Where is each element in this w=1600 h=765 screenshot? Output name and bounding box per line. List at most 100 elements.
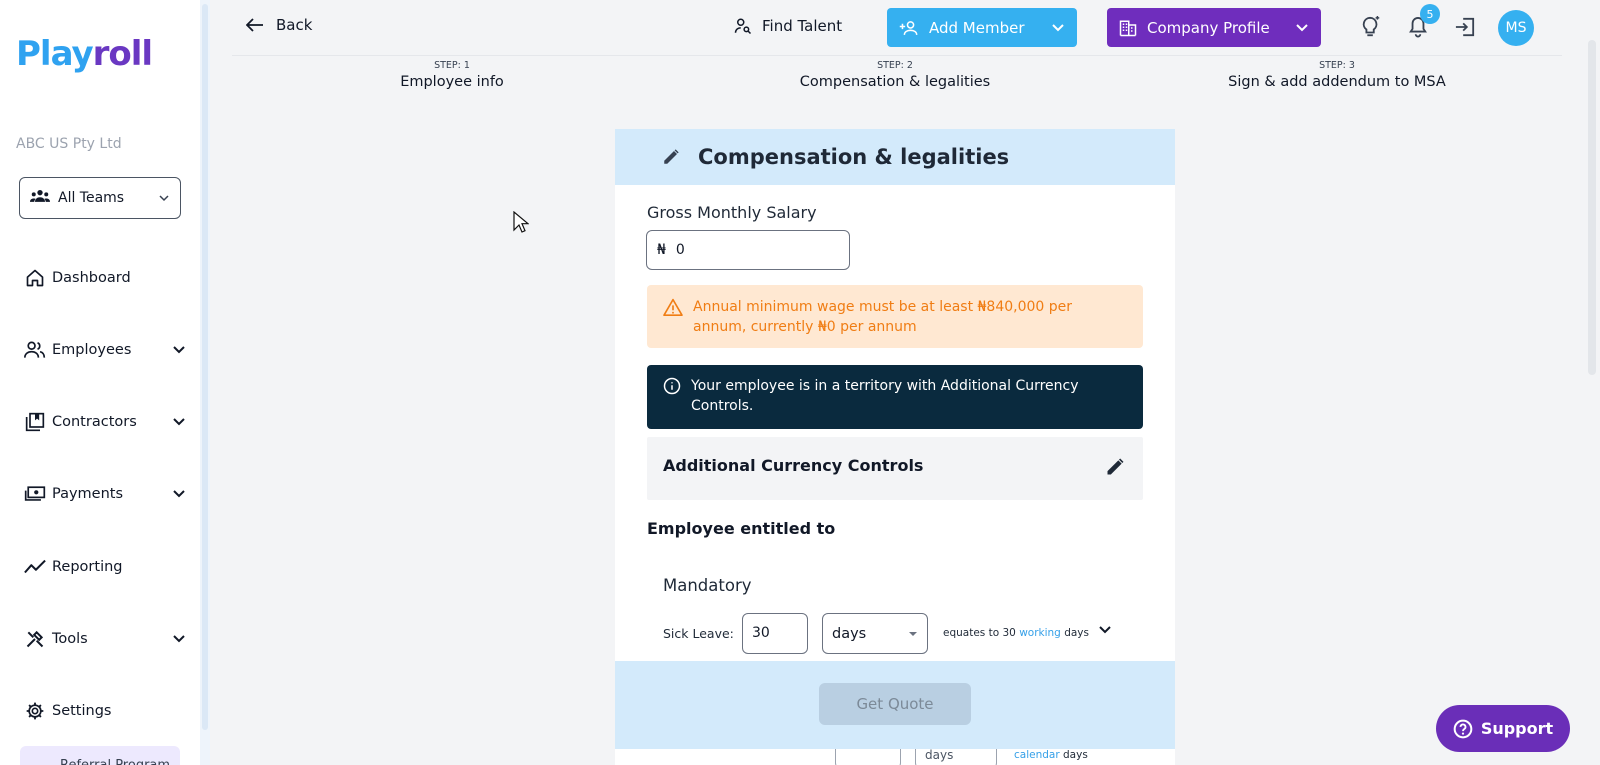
company-profile-label: Company Profile	[1147, 18, 1270, 37]
avatar[interactable]: MS	[1498, 10, 1534, 46]
find-talent-button[interactable]: Find Talent	[734, 17, 842, 35]
home-icon	[24, 267, 46, 289]
caret-down-icon	[909, 631, 917, 636]
entitled-heading: Employee entitled to	[647, 519, 836, 538]
sidebar-item-label: Contractors	[52, 414, 137, 430]
sidebar-item-reporting[interactable]: Reporting	[24, 553, 186, 581]
edit-icon[interactable]	[1105, 457, 1125, 481]
mouse-cursor-icon	[513, 210, 530, 239]
additional-currency-controls: Additional Currency Controls	[647, 437, 1143, 500]
company-name: ABC US Pty Ltd	[16, 136, 122, 152]
sick-leave-label: Sick Leave:	[663, 626, 734, 641]
notification-badge: 5	[1420, 4, 1440, 24]
quote-bar: Get Quote	[615, 661, 1175, 749]
trend-icon	[24, 556, 46, 578]
minimum-wage-warning: Annual minimum wage must be at least ₦84…	[647, 285, 1143, 348]
step-number: STEP: 2	[877, 60, 913, 71]
equates-prefix: equates to 30	[943, 627, 1016, 639]
sidebar-item-label: Settings	[52, 703, 112, 719]
sidebar-item-label: Payments	[52, 486, 124, 502]
salary-input[interactable]: ₦ 0	[646, 230, 850, 270]
chevron-down-icon[interactable]	[1098, 619, 1112, 638]
step-label: Compensation & legalities	[799, 74, 991, 90]
chevron-down-icon	[172, 486, 186, 502]
equates-highlight: calendar	[1014, 749, 1060, 761]
additional-controls-label: Additional Currency Controls	[663, 456, 924, 475]
sick-leave-unit: days	[832, 625, 867, 642]
tools-icon	[24, 628, 46, 650]
top-bar: Back Find Talent Add Member Company Prof…	[232, 0, 1562, 56]
get-quote-button[interactable]: Get Quote	[819, 683, 971, 725]
person-search-icon	[734, 18, 752, 35]
sidebar-item-label: Employees	[52, 342, 132, 358]
chevron-down-icon[interactable]	[1051, 23, 1065, 32]
sidebar-scrollbar[interactable]	[200, 0, 210, 765]
sidebar-item-tools[interactable]: Tools	[24, 625, 186, 653]
sick-leave-equates: equates to 30 working days	[943, 627, 1089, 639]
logout-icon[interactable]	[1452, 14, 1478, 40]
mandatory-heading: Mandatory	[663, 576, 752, 595]
sidebar: Playroll ABC US Pty Ltd All Teams Dashbo…	[0, 0, 200, 765]
step-compensation[interactable]: STEP: 2 Compensation & legalities	[745, 60, 1045, 90]
sidebar-item-payments[interactable]: Payments	[24, 480, 186, 508]
sidebar-item-dashboard[interactable]: Dashboard	[24, 264, 186, 292]
sidebar-item-label: Tools	[52, 631, 88, 647]
team-select[interactable]: All Teams	[19, 177, 181, 219]
building-icon	[1119, 20, 1137, 36]
step-number: STEP: 3	[1319, 60, 1355, 71]
back-label: Back	[276, 16, 313, 34]
step-label: Sign & add addendum to MSA	[1228, 74, 1446, 90]
info-text: Your employee is in a territory with Add…	[691, 378, 1079, 414]
currency-controls-info: Your employee is in a territory with Add…	[647, 365, 1143, 429]
leave-equates: calendar days	[1014, 749, 1088, 761]
back-button[interactable]: Back	[246, 16, 312, 34]
add-member-label: Add Member	[929, 18, 1025, 37]
sidebar-item-referral-program[interactable]: Referral Program	[20, 746, 180, 765]
sidebar-item-settings[interactable]: Settings	[24, 697, 186, 725]
step-label: Employee info	[400, 74, 504, 90]
pencil-icon	[664, 149, 679, 164]
sick-leave-input[interactable]: 30	[742, 613, 808, 654]
find-talent-label: Find Talent	[762, 17, 843, 35]
currency-symbol: ₦	[657, 242, 666, 258]
chevron-down-icon[interactable]	[1295, 23, 1309, 32]
main-scrollbar[interactable]	[1588, 40, 1596, 375]
add-person-icon	[899, 20, 918, 35]
gear-icon	[24, 700, 46, 722]
sidebar-item-label: Reporting	[52, 559, 123, 575]
help-icon	[1453, 719, 1473, 738]
people-icon	[24, 339, 46, 361]
step-employee-info[interactable]: STEP: 1 Employee info	[302, 60, 602, 90]
sick-leave-unit-select[interactable]: days	[822, 613, 928, 654]
page-title: Compensation & legalities	[698, 145, 1010, 169]
sidebar-item-employees[interactable]: Employees	[24, 336, 186, 364]
warning-text: Annual minimum wage must be at least ₦84…	[693, 299, 1073, 335]
sidebar-item-contractors[interactable]: Contractors	[24, 408, 186, 436]
chevron-down-icon	[158, 190, 170, 206]
company-profile-button[interactable]: Company Profile	[1107, 8, 1321, 47]
salary-label: Gross Monthly Salary	[647, 203, 817, 222]
support-label: Support	[1480, 719, 1554, 738]
add-member-button[interactable]: Add Member	[887, 8, 1077, 47]
salary-value: 0	[675, 242, 685, 258]
equates-highlight: working	[1019, 627, 1061, 639]
payments-icon	[24, 483, 46, 505]
sidebar-item-label: Dashboard	[52, 270, 131, 286]
sidebar-scrollbar-thumb[interactable]	[202, 4, 208, 730]
card-header: Compensation & legalities	[615, 129, 1175, 185]
step-sign-addendum[interactable]: STEP: 3 Sign & add addendum to MSA	[1187, 60, 1487, 90]
team-icon	[30, 188, 50, 208]
chevron-down-icon	[172, 414, 186, 430]
support-button[interactable]: Support	[1436, 705, 1570, 752]
contract-icon	[24, 411, 46, 433]
lightbulb-icon[interactable]	[1358, 14, 1384, 40]
info-icon	[663, 377, 681, 395]
warning-icon	[663, 298, 683, 316]
arrow-left-icon	[246, 18, 263, 32]
playroll-logo[interactable]: Playroll	[16, 34, 153, 74]
team-select-label: All Teams	[58, 190, 125, 206]
step-number: STEP: 1	[434, 60, 470, 71]
equates-suffix: days	[1064, 627, 1089, 639]
chevron-down-icon	[172, 342, 186, 358]
equates-suffix: days	[1063, 749, 1088, 761]
